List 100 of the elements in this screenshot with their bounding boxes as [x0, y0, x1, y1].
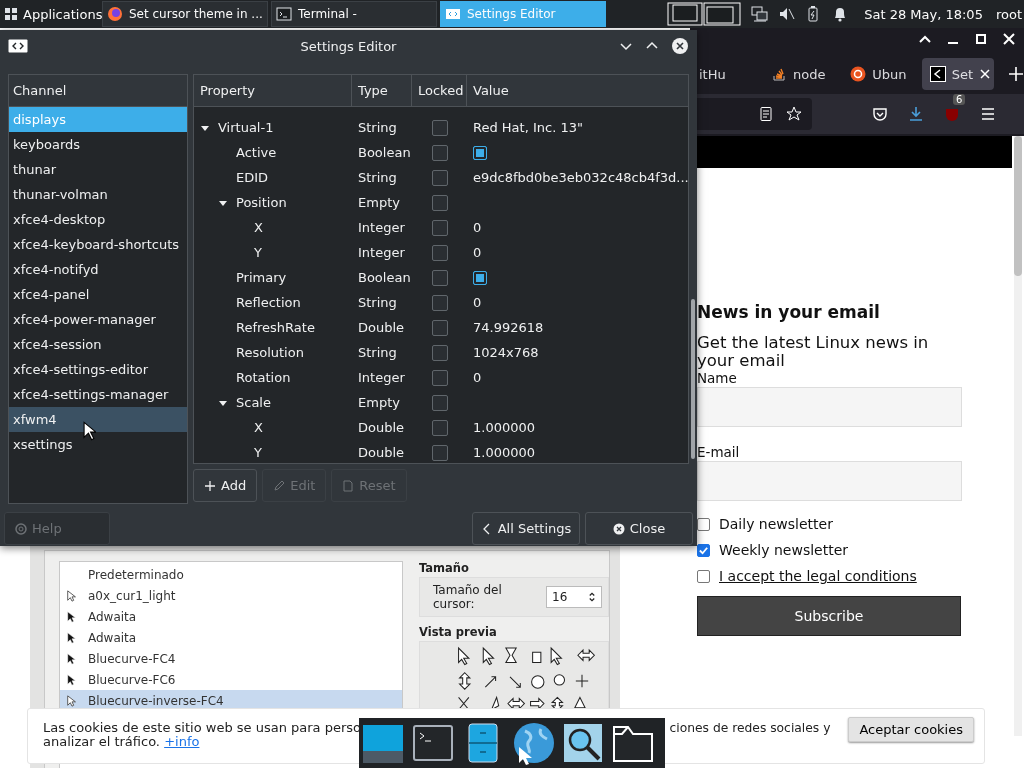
size-spinbox[interactable]: 16	[546, 586, 602, 608]
checkbox[interactable]	[697, 569, 710, 583]
channel-item[interactable]: xfce4-settings-editor	[9, 357, 187, 382]
checkbox-label: Daily newsletter	[719, 516, 833, 532]
locked-checkbox[interactable]	[432, 144, 448, 161]
locked-checkbox[interactable]	[432, 194, 448, 211]
channel-item[interactable]: xsettings	[9, 432, 187, 457]
locked-checkbox[interactable]	[432, 169, 448, 186]
close-button[interactable]: Close	[585, 512, 693, 545]
legal-conditions-link[interactable]: I accept the legal conditions	[719, 568, 917, 584]
address-bar[interactable]	[697, 98, 812, 130]
locked-checkbox[interactable]	[432, 319, 448, 336]
newsletter-heading: News in your email	[697, 302, 881, 322]
locked-checkbox[interactable]	[432, 219, 448, 236]
new-tab-icon[interactable]	[1008, 66, 1024, 82]
globe-icon[interactable]	[511, 721, 555, 765]
menu-icon[interactable]	[980, 106, 996, 122]
property-type: Boolean	[358, 270, 411, 285]
property-type: String	[358, 345, 397, 360]
property-type: Empty	[358, 395, 400, 410]
size-heading: Tamaño	[419, 561, 470, 575]
code-icon	[445, 6, 461, 22]
property-type: Double	[358, 320, 405, 335]
maximize-icon[interactable]	[974, 32, 988, 46]
theme-list-item[interactable]: Bluecurve-FC4	[60, 648, 402, 669]
channel-item[interactable]: xfce4-session	[9, 332, 187, 357]
theme-list-item[interactable]: Bluecurve-FC6	[60, 669, 402, 690]
theme-list-item[interactable]: a0x_cur1_light	[60, 585, 402, 606]
browser-tab[interactable]: Ubun	[842, 58, 908, 90]
channel-item[interactable]: xfce4-notifyd	[9, 257, 187, 282]
name-field[interactable]	[697, 387, 962, 427]
column-header[interactable]: Channel	[9, 75, 187, 107]
channel-item[interactable]: xfce4-panel	[9, 282, 187, 307]
download-icon[interactable]	[908, 106, 924, 122]
channel-item[interactable]: xfce4-power-manager	[9, 307, 187, 332]
cookie-text: analizar el tráfico. +info	[43, 735, 201, 749]
column-header[interactable]: Locked	[412, 75, 467, 107]
accept-cookies-button[interactable]: Aceptar cookies	[848, 717, 974, 742]
locked-checkbox[interactable]	[432, 119, 448, 136]
channel-item[interactable]: xfce4-desktop	[9, 207, 187, 232]
applications-menu[interactable]: Applications	[0, 6, 102, 22]
bookmark-star-icon[interactable]	[786, 106, 802, 122]
property-name: Reflection	[236, 295, 301, 310]
browser-tab[interactable]: node	[763, 58, 829, 90]
all-settings-button[interactable]: All Settings	[472, 512, 580, 545]
channel-item[interactable]: thunar	[9, 157, 187, 182]
property-type: Integer	[358, 245, 405, 260]
locked-checkbox[interactable]	[432, 294, 448, 311]
pocket-icon[interactable]	[872, 106, 888, 122]
property-name: Y	[254, 245, 262, 260]
locked-checkbox[interactable]	[432, 394, 448, 411]
locked-checkbox[interactable]	[432, 369, 448, 386]
theme-list-item[interactable]: Adwaita	[60, 627, 402, 648]
more-info-link[interactable]: +info	[164, 734, 200, 749]
channel-item[interactable]: xfce4-settings-manager	[9, 382, 187, 407]
value-checkbox[interactable]	[473, 145, 487, 160]
pencil-icon	[273, 479, 286, 492]
column-header[interactable]: Property	[194, 75, 352, 107]
property-type: String	[358, 120, 397, 135]
channel-item[interactable]: xfce4-keyboard-shortcuts	[9, 232, 187, 257]
network-icon[interactable]	[750, 5, 769, 23]
property-name: Virtual-1	[218, 120, 274, 135]
workspace-pager[interactable]	[667, 2, 742, 26]
locked-checkbox[interactable]	[432, 344, 448, 361]
theme-list-item[interactable]: Predeterminado	[60, 564, 402, 585]
checkbox[interactable]	[697, 543, 710, 557]
locked-checkbox[interactable]	[432, 244, 448, 261]
locked-checkbox[interactable]	[432, 269, 448, 286]
close-icon[interactable]	[671, 37, 689, 55]
taskbar-button[interactable]: Set cursor theme in ...	[102, 1, 268, 27]
channel-item[interactable]: thunar-volman	[9, 182, 187, 207]
subscribe-button[interactable]: Subscribe	[697, 596, 961, 636]
property-value: 1024x768	[473, 345, 539, 360]
locked-checkbox[interactable]	[432, 444, 448, 461]
magnifier-icon[interactable]	[561, 721, 605, 765]
column-header[interactable]: Type	[352, 75, 412, 107]
value-checkbox[interactable]	[473, 270, 487, 285]
close-icon[interactable]	[1002, 32, 1016, 46]
tab-close-icon[interactable]	[979, 68, 991, 80]
toolbar-button[interactable]: Add	[193, 469, 258, 502]
theme-list-item[interactable]: Adwaita	[60, 606, 402, 627]
channel-item[interactable]: xfwm4	[9, 407, 187, 432]
pointer-icon	[66, 673, 78, 686]
reader-view-icon[interactable]	[758, 106, 774, 122]
taskbar-button[interactable]: Terminal -	[271, 1, 437, 27]
scrollbar[interactable]	[1014, 136, 1022, 736]
browser-tab[interactable]: Set	[921, 58, 994, 90]
property-value: 0	[473, 245, 482, 260]
property-value: Red Hat, Inc. 13"	[473, 120, 583, 135]
email-label: E-mail	[697, 444, 741, 460]
browser-tab[interactable]: itHu	[699, 58, 752, 90]
app-grid-icon	[4, 7, 18, 21]
chevron-logo-icon	[929, 66, 946, 82]
property-name: Y	[254, 445, 262, 460]
channel-item[interactable]: keyboards	[9, 132, 187, 157]
column-header[interactable]: Value	[467, 75, 688, 107]
user-name[interactable]: root	[995, 6, 1022, 22]
locked-checkbox[interactable]	[432, 419, 448, 436]
clock[interactable]: Sat 28 May, 18:05	[864, 6, 983, 22]
email-field[interactable]	[697, 461, 962, 501]
